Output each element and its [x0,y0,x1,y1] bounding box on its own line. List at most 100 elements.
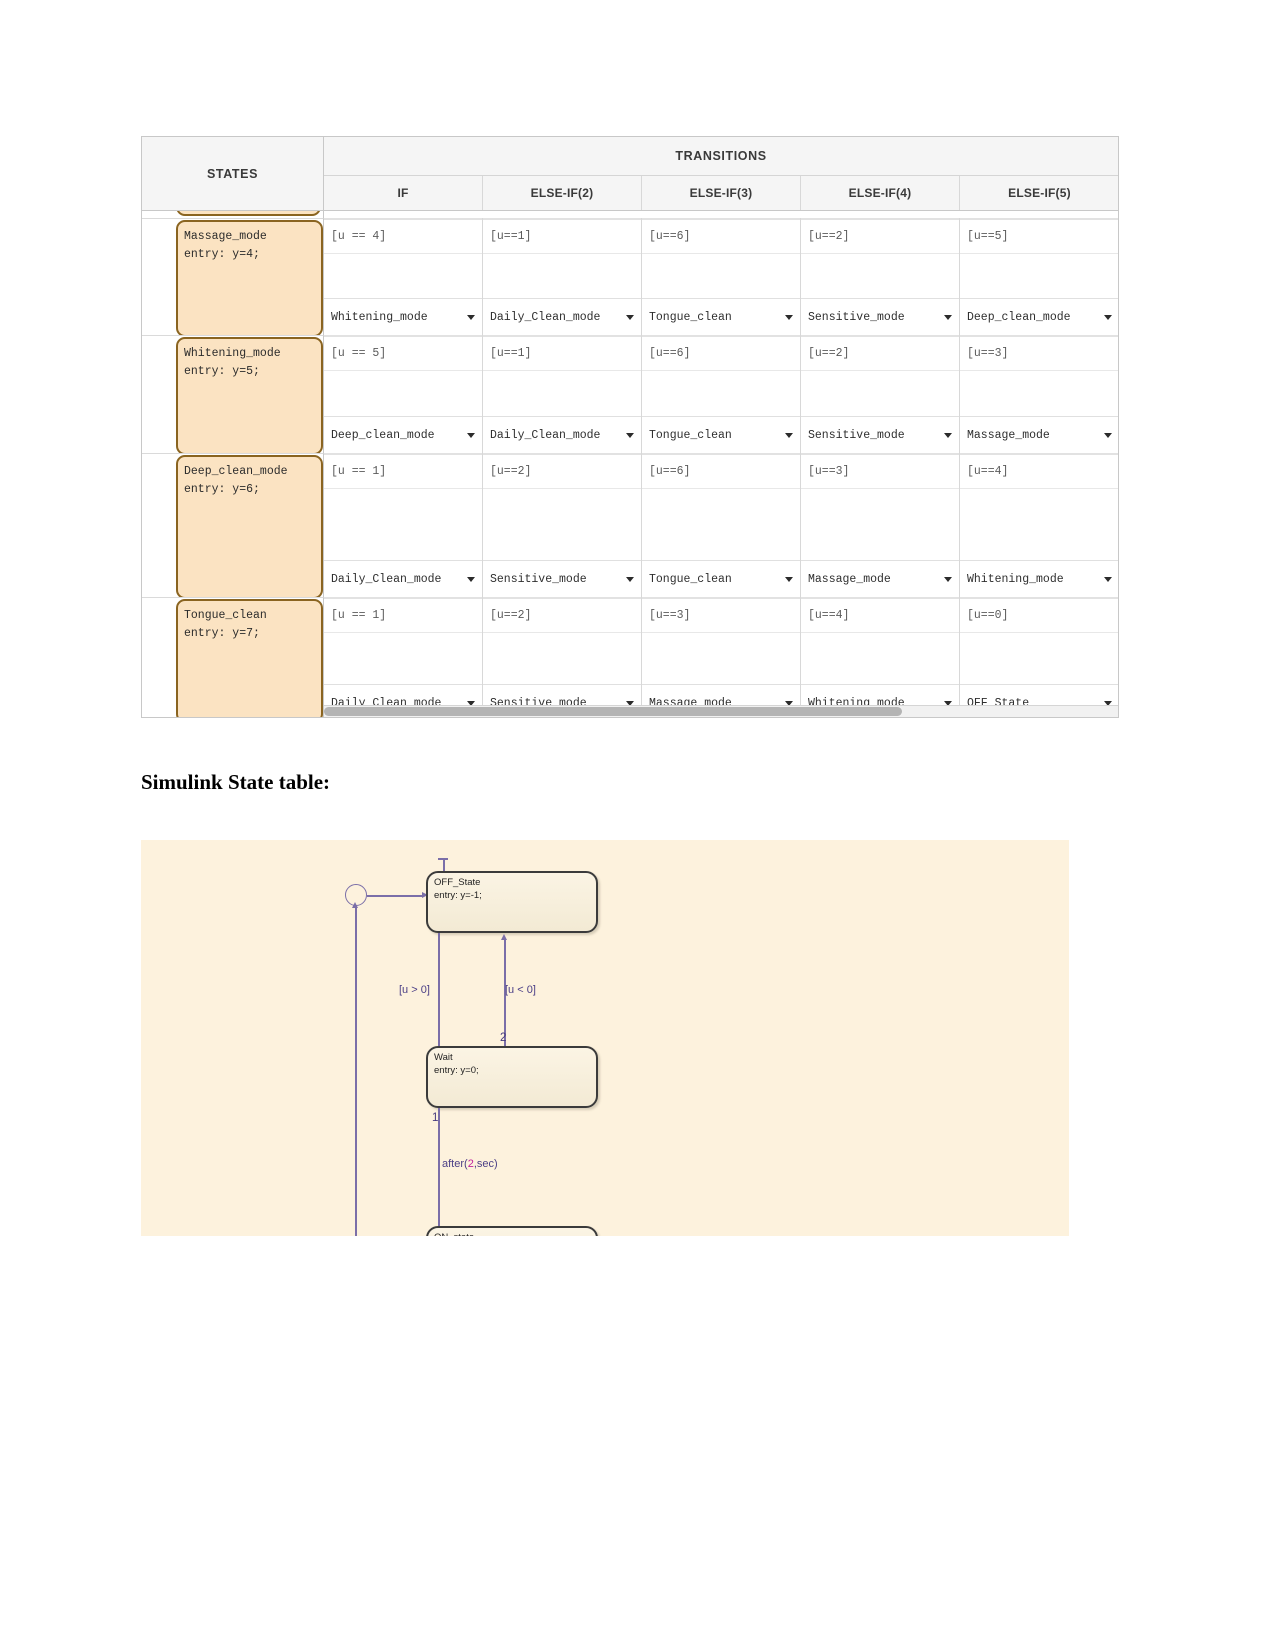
chevron-down-icon[interactable] [1103,312,1113,322]
column-header-if[interactable]: IF [324,176,483,210]
condition-cell[interactable]: [u == 4] [324,218,482,254]
condition-cell[interactable]: [u==2] [483,453,641,489]
destination-cell[interactable]: Sensitive_mode [483,561,641,597]
action-cell[interactable] [801,489,959,561]
state-box[interactable]: Tongue_clean entry: y=7; [176,599,323,717]
condition-cell[interactable]: [u==6] [642,218,800,254]
states-column-header[interactable]: STATES [142,137,324,211]
chevron-down-icon[interactable] [784,430,794,440]
state-cell-whitening-mode[interactable]: Whitening_mode entry: y=5; [142,335,324,455]
state-box[interactable]: Whitening_mode entry: y=5; [176,337,323,455]
action-cell[interactable] [483,633,641,685]
action-cell[interactable] [642,489,800,561]
column-header-elseif2[interactable]: ELSE-IF(2) [483,176,642,210]
transition-cell-elseif5[interactable]: [u==4] Whitening_mode [960,453,1118,597]
chevron-down-icon[interactable] [943,312,953,322]
action-cell[interactable] [801,633,959,685]
action-cell[interactable] [483,371,641,417]
condition-cell[interactable]: [u==3] [642,597,800,633]
state-cell-tongue-clean[interactable]: Tongue_clean entry: y=7; [142,597,324,717]
destination-cell[interactable]: Daily_Clean_mode [324,561,482,597]
transition-cell-elseif4[interactable]: [u==2] Sensitive_mode [801,335,960,453]
action-cell[interactable] [801,254,959,299]
state-cell-massage-mode[interactable]: Massage_mode entry: y=4; [142,218,324,337]
action-cell[interactable] [483,254,641,299]
chevron-down-icon[interactable] [466,574,476,584]
transition-cell-if[interactable]: [u == 1] Daily_Clean_mode [324,597,483,717]
state-off-state[interactable]: OFF_State entry: y=-1; [426,871,598,933]
transition-cell-elseif3[interactable]: [u==3] Massage_mode [642,597,801,717]
chevron-down-icon[interactable] [784,574,794,584]
chevron-down-icon[interactable] [1103,430,1113,440]
horizontal-scrollbar[interactable] [324,705,1118,717]
transition-cell-elseif2[interactable]: [u==1] Daily_Clean_mode [483,335,642,453]
action-cell[interactable] [324,633,482,685]
condition-cell[interactable]: [u==2] [801,335,959,371]
state-wait[interactable]: Wait entry: y=0; [426,1046,598,1108]
action-cell[interactable] [483,489,641,561]
action-cell[interactable] [642,371,800,417]
transition-cell-if[interactable]: [u == 5] Deep_clean_mode [324,335,483,453]
destination-cell[interactable]: Massage_mode [801,561,959,597]
destination-cell[interactable]: Tongue_clean [642,299,800,335]
transition-cell-if[interactable]: [u == 1] Daily_Clean_mode [324,453,483,597]
chevron-down-icon[interactable] [625,312,635,322]
transition-cell-elseif2[interactable]: [u==2] Sensitive_mode [483,597,642,717]
state-cell-deep-clean-mode[interactable]: Deep_clean_mode entry: y=6; [142,453,324,599]
action-cell[interactable] [324,371,482,417]
condition-cell[interactable]: [u==5] [960,218,1118,254]
condition-cell[interactable]: [u==3] [801,453,959,489]
transition-cell-elseif5[interactable]: [u==5] Deep_clean_mode [960,218,1118,335]
condition-cell[interactable]: [u==0] [960,597,1118,633]
action-cell[interactable] [324,254,482,299]
destination-cell[interactable]: Tongue_clean [642,417,800,453]
stateflow-chart-canvas[interactable]: OFF_State entry: y=-1; [u > 0] [u < 0] 2… [141,840,1069,1236]
transition-cell-elseif2[interactable]: [u==1] Daily_Clean_mode [483,218,642,335]
transition-cell-elseif5[interactable]: [u==0] OFF_State [960,597,1118,717]
chevron-down-icon[interactable] [625,430,635,440]
condition-cell[interactable]: [u == 1] [324,453,482,489]
condition-cell[interactable]: [u==6] [642,453,800,489]
column-header-elseif3[interactable]: ELSE-IF(3) [642,176,801,210]
destination-cell[interactable]: Tongue_clean [642,561,800,597]
chevron-down-icon[interactable] [466,312,476,322]
action-cell[interactable] [324,489,482,561]
destination-cell[interactable]: Massage_mode [960,417,1118,453]
condition-cell[interactable]: [u==2] [801,218,959,254]
action-cell[interactable] [960,633,1118,685]
chevron-down-icon[interactable] [625,574,635,584]
transition-cell-if[interactable]: [u == 4] Whitening_mode [324,218,483,335]
state-box[interactable]: Massage_mode entry: y=4; [176,220,323,337]
column-header-elseif5[interactable]: ELSE-IF(5) [960,176,1118,210]
transition-cell-elseif2[interactable]: [u==2] Sensitive_mode [483,453,642,597]
chevron-down-icon[interactable] [943,430,953,440]
condition-cell[interactable]: [u==1] [483,218,641,254]
condition-cell[interactable]: [u==1] [483,335,641,371]
condition-cell[interactable]: [u==6] [642,335,800,371]
transition-cell-elseif4[interactable]: [u==2] Sensitive_mode [801,218,960,335]
condition-cell[interactable]: [u==4] [960,453,1118,489]
column-header-elseif4[interactable]: ELSE-IF(4) [801,176,960,210]
scrollbar-thumb[interactable] [324,707,902,716]
transition-cell-elseif3[interactable]: [u==6] Tongue_clean [642,453,801,597]
destination-cell[interactable]: Daily_Clean_mode [483,417,641,453]
chevron-down-icon[interactable] [784,312,794,322]
transition-cell-elseif3[interactable]: [u==6] Tongue_clean [642,335,801,453]
destination-cell[interactable]: Deep_clean_mode [960,299,1118,335]
transition-cell-elseif4[interactable]: [u==3] Massage_mode [801,453,960,597]
action-cell[interactable] [960,371,1118,417]
state-transition-table[interactable]: STATES TRANSITIONS IF ELSE-IF(2) ELSE-IF… [141,136,1119,718]
action-cell[interactable] [960,254,1118,299]
condition-cell[interactable]: [u==2] [483,597,641,633]
action-cell[interactable] [960,489,1118,561]
destination-cell[interactable]: Whitening_mode [324,299,482,335]
transition-cell-elseif5[interactable]: [u==3] Massage_mode [960,335,1118,453]
destination-cell[interactable]: Sensitive_mode [801,299,959,335]
state-on-state[interactable]: ON_state [426,1226,598,1236]
action-cell[interactable] [642,254,800,299]
action-cell[interactable] [801,371,959,417]
action-cell[interactable] [642,633,800,685]
transition-cell-elseif4[interactable]: [u==4] Whitening_mode [801,597,960,717]
condition-cell[interactable]: [u == 5] [324,335,482,371]
chevron-down-icon[interactable] [1103,574,1113,584]
